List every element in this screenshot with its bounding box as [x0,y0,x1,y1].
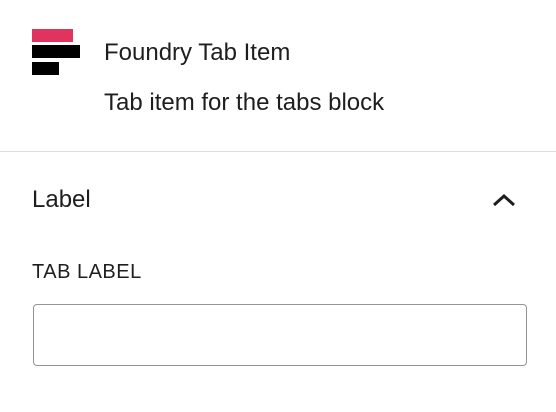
chevron-up-icon[interactable] [490,186,518,214]
block-card: Foundry Tab Item Tab item for the tabs b… [0,0,556,152]
block-description: Tab item for the tabs block [104,89,385,116]
tab-label-input[interactable] [33,304,527,366]
panel-title: Label [32,186,91,213]
block-title: Foundry Tab Item [104,39,291,66]
tab-label-field-label: TAB LABEL [32,261,142,283]
label-panel-toggle[interactable]: Label [0,152,556,248]
foundry-logo-icon [32,29,80,77]
